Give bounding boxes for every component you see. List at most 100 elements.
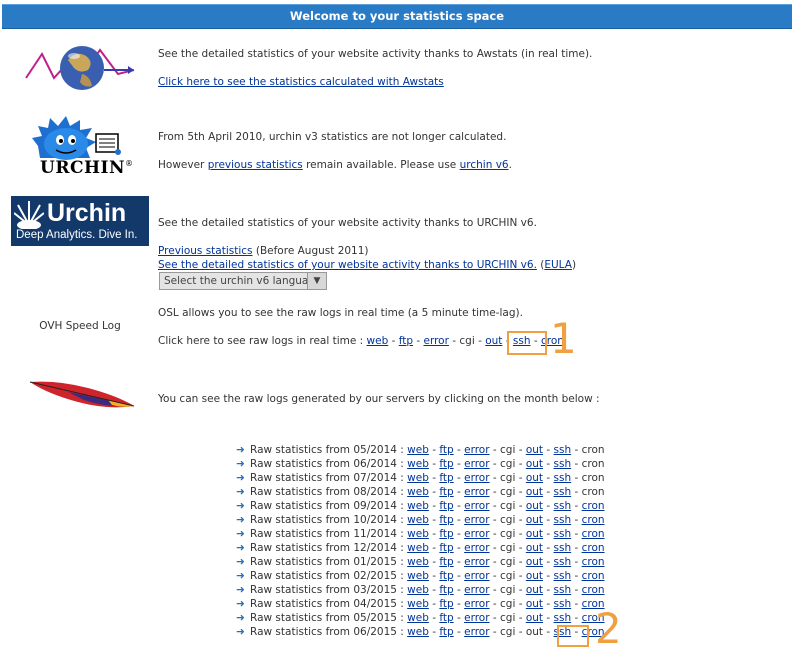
raw-out-link[interactable]: out: [526, 542, 543, 554]
raw-web-link[interactable]: web: [407, 486, 429, 498]
raw-ftp-link[interactable]: ftp: [439, 514, 453, 526]
raw-error-link[interactable]: error: [464, 598, 489, 610]
raw-ftp-link[interactable]: ftp: [439, 584, 453, 596]
sep: -: [453, 598, 465, 610]
raw-ssh-link[interactable]: ssh: [554, 556, 572, 568]
raw-out-link[interactable]: out: [526, 444, 543, 456]
raw-out-link[interactable]: out: [526, 556, 543, 568]
raw-web-link[interactable]: web: [407, 612, 429, 624]
raw-ssh-link[interactable]: ssh: [554, 500, 572, 512]
raw-out-link[interactable]: out: [526, 598, 543, 610]
raw-cgi-text: cgi: [500, 528, 516, 540]
raw-ftp-link[interactable]: ftp: [439, 612, 453, 624]
raw-web-link[interactable]: web: [407, 472, 429, 484]
raw-error-link[interactable]: error: [464, 486, 489, 498]
raw-ftp-link[interactable]: ftp: [439, 598, 453, 610]
raw-ssh-link[interactable]: ssh: [554, 486, 572, 498]
raw-ftp-link[interactable]: ftp: [439, 556, 453, 568]
osl-ftp-link[interactable]: ftp: [399, 335, 413, 347]
sep: -: [515, 542, 526, 554]
raw-ftp-link[interactable]: ftp: [439, 486, 453, 498]
raw-ssh-link[interactable]: ssh: [554, 584, 572, 596]
raw-error-link[interactable]: error: [464, 612, 489, 624]
raw-error-link[interactable]: error: [464, 584, 489, 596]
raw-ssh-link[interactable]: ssh: [554, 472, 572, 484]
raw-out-link[interactable]: out: [526, 458, 543, 470]
urchin-v6-detail-link[interactable]: See the detailed statistics of your webs…: [158, 259, 537, 271]
raw-cgi-text: cgi: [500, 612, 516, 624]
raw-out-link[interactable]: out: [526, 528, 543, 540]
raw-ssh-link[interactable]: ssh: [554, 444, 572, 456]
sep: -: [543, 584, 554, 596]
urchin-v6-link[interactable]: urchin v6: [460, 159, 509, 171]
raw-web-link[interactable]: web: [407, 556, 429, 568]
raw-web-link[interactable]: web: [407, 598, 429, 610]
raw-web-link[interactable]: web: [407, 500, 429, 512]
sep: -: [543, 570, 554, 582]
raw-ssh-link[interactable]: ssh: [554, 514, 572, 526]
text-remain-available: remain available. Please use: [302, 159, 460, 171]
raw-web-link[interactable]: web: [407, 584, 429, 596]
raw-web-link[interactable]: web: [407, 444, 429, 456]
raw-error-link[interactable]: error: [464, 542, 489, 554]
raw-out-link[interactable]: out: [526, 584, 543, 596]
urchin-v6-previous-stats-link[interactable]: Previous statistics: [158, 245, 253, 257]
raw-ssh-link[interactable]: ssh: [554, 528, 572, 540]
raw-error-link[interactable]: error: [464, 444, 489, 456]
raw-out-link[interactable]: out: [526, 500, 543, 512]
raw-cgi-text: cgi: [500, 598, 516, 610]
sep: -: [489, 542, 501, 554]
raw-ftp-link[interactable]: ftp: [439, 444, 453, 456]
urchin-v6-detail-line: See the detailed statistics of your webs…: [158, 259, 576, 271]
raw-error-link[interactable]: error: [464, 626, 489, 638]
osl-web-link[interactable]: web: [367, 335, 389, 347]
raw-cron-link[interactable]: cron: [582, 542, 605, 554]
raw-cron-link[interactable]: cron: [582, 514, 605, 526]
raw-ftp-link[interactable]: ftp: [439, 458, 453, 470]
urchin-language-select[interactable]: Select the urchin v6 language ▼: [159, 272, 327, 290]
raw-cron-link[interactable]: cron: [582, 500, 605, 512]
raw-cron-link[interactable]: cron: [582, 584, 605, 596]
raw-web-link[interactable]: web: [407, 626, 429, 638]
raw-ssh-link[interactable]: ssh: [554, 598, 572, 610]
raw-cron-link[interactable]: cron: [582, 556, 605, 568]
raw-error-link[interactable]: error: [464, 570, 489, 582]
raw-web-link[interactable]: web: [407, 458, 429, 470]
raw-ftp-link[interactable]: ftp: [439, 528, 453, 540]
raw-ssh-link[interactable]: ssh: [554, 612, 572, 624]
raw-ssh-link[interactable]: ssh: [554, 458, 572, 470]
urchin-v3-previous-stats-link[interactable]: previous statistics: [208, 159, 303, 171]
osl-out-link[interactable]: out: [485, 335, 502, 347]
raw-ftp-link[interactable]: ftp: [439, 542, 453, 554]
raw-error-link[interactable]: error: [464, 472, 489, 484]
raw-web-link[interactable]: web: [407, 514, 429, 526]
raw-web-link[interactable]: web: [407, 528, 429, 540]
raw-ftp-link[interactable]: ftp: [439, 570, 453, 582]
raw-ftp-link[interactable]: ftp: [439, 626, 453, 638]
raw-error-link[interactable]: error: [464, 514, 489, 526]
osl-error-link[interactable]: error: [424, 335, 449, 347]
raw-out-link[interactable]: out: [526, 514, 543, 526]
raw-out-link[interactable]: out: [526, 570, 543, 582]
raw-ftp-link[interactable]: ftp: [439, 472, 453, 484]
sep: -: [453, 542, 465, 554]
raw-stats-row: ➜ Raw statistics from 08/2014 : web - ftp…: [236, 485, 605, 499]
raw-web-link[interactable]: web: [407, 570, 429, 582]
raw-row-label: Raw statistics from 10/2014 :: [250, 514, 408, 526]
chevron-down-icon[interactable]: ▼: [307, 273, 326, 289]
raw-cron-link[interactable]: cron: [582, 528, 605, 540]
eula-link[interactable]: EULA: [544, 259, 572, 271]
raw-ssh-link[interactable]: ssh: [554, 542, 572, 554]
raw-web-link[interactable]: web: [407, 542, 429, 554]
raw-out-link[interactable]: out: [526, 472, 543, 484]
awstats-link[interactable]: Click here to see the statistics calcula…: [158, 76, 444, 88]
raw-cron-link[interactable]: cron: [582, 570, 605, 582]
raw-out-link[interactable]: out: [526, 486, 543, 498]
raw-error-link[interactable]: error: [464, 556, 489, 568]
raw-ssh-link[interactable]: ssh: [554, 570, 572, 582]
raw-error-link[interactable]: error: [464, 500, 489, 512]
raw-ftp-link[interactable]: ftp: [439, 500, 453, 512]
raw-error-link[interactable]: error: [464, 458, 489, 470]
raw-out-link[interactable]: out: [526, 612, 543, 624]
raw-error-link[interactable]: error: [464, 528, 489, 540]
